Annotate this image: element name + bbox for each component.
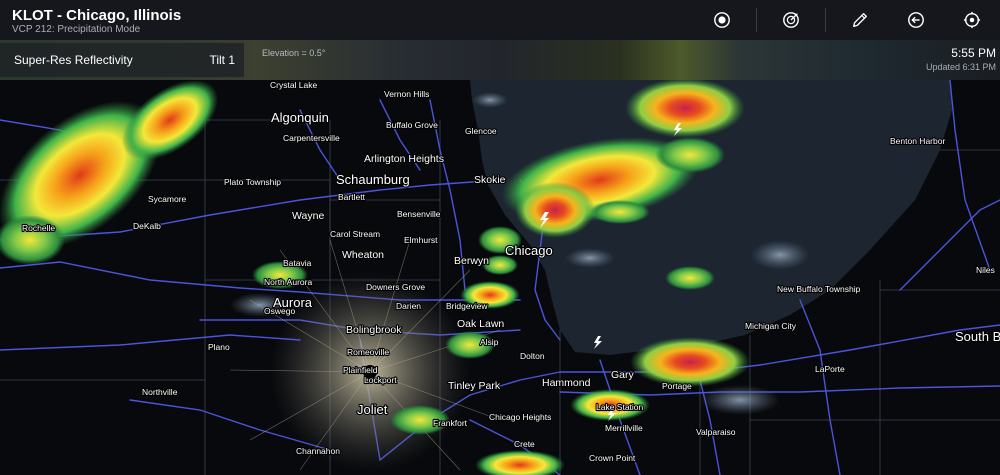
city-label: Sycamore	[148, 194, 187, 204]
city-label: LaPorte	[815, 364, 845, 374]
city-label: South Be	[955, 329, 1000, 344]
city-label: Bridgeview	[446, 301, 488, 311]
locate-button[interactable]	[944, 0, 1000, 40]
city-label: Valparaiso	[696, 427, 736, 437]
city-label: Northville	[142, 387, 178, 397]
toolbar-divider	[756, 8, 757, 32]
city-label: Plato Township	[224, 177, 281, 187]
city-label: Wayne	[292, 210, 324, 222]
city-label: Tinley Park	[448, 380, 501, 392]
city-label: Plainfield	[343, 365, 378, 375]
station-title: KLOT - Chicago, Illinois	[12, 7, 182, 24]
updated-time: Updated 6:31 PM	[925, 62, 996, 72]
city-label: Carol Stream	[330, 229, 380, 239]
city-label: Chicago	[505, 243, 553, 258]
radar-map-canvas[interactable]: Crystal Lake Vernon Hills Algonquin Buff…	[0, 80, 1000, 475]
city-label: Rochelle	[22, 223, 55, 233]
product-selector[interactable]: Super-Res Reflectivity Tilt 1	[0, 43, 244, 77]
pencil-icon	[853, 13, 867, 27]
city-label: Lake Station	[596, 402, 644, 412]
city-label: Frankfort	[433, 418, 468, 428]
city-label: Batavia	[283, 258, 312, 268]
product-name: Super-Res Reflectivity	[14, 53, 133, 67]
city-label: Plano	[208, 342, 230, 352]
city-label: Romeoville	[347, 347, 389, 357]
city-label: Buffalo Grove	[386, 120, 438, 130]
record-button[interactable]	[694, 0, 750, 40]
city-label: Crystal Lake	[270, 80, 318, 90]
city-label: Vernon Hills	[384, 89, 429, 99]
tilt-selector[interactable]: Tilt 1	[209, 53, 235, 67]
city-label: Channahon	[296, 446, 340, 456]
city-label: Bolingbrook	[346, 324, 402, 336]
city-label: Alsip	[480, 337, 499, 347]
city-label: Michigan City	[745, 321, 797, 331]
toolbar	[694, 0, 1000, 40]
city-label: Skokie	[474, 174, 506, 186]
city-label: Berwyn	[454, 255, 489, 267]
city-label: Bartlett	[338, 192, 366, 202]
city-label: Oak Lawn	[457, 318, 504, 330]
city-label: Benton Harbor	[890, 136, 945, 146]
city-label: Arlington Heights	[364, 153, 444, 165]
elevation-label: Elevation = 0.5°	[262, 48, 326, 58]
city-label: Lockport	[364, 375, 397, 385]
scan-time: 5:55 PM	[951, 46, 996, 60]
city-label: Niles	[976, 265, 995, 275]
city-label: Oswego	[264, 306, 295, 316]
toolbar-divider	[825, 8, 826, 32]
arrow-circle-icon	[908, 12, 924, 28]
city-label: Schaumburg	[336, 172, 410, 187]
draw-button[interactable]	[832, 0, 888, 40]
city-label: Dolton	[520, 351, 545, 361]
city-label: Chicago Heights	[489, 412, 551, 422]
radar-button[interactable]	[763, 0, 819, 40]
locate-icon	[963, 11, 981, 29]
city-label: Glencoe	[465, 126, 497, 136]
city-label: Portage	[662, 381, 692, 391]
radar-map[interactable]: Crystal Lake Vernon Hills Algonquin Buff…	[0, 80, 1000, 475]
city-label: Crete	[514, 439, 535, 449]
city-label: Crown Point	[589, 453, 636, 463]
record-icon	[714, 12, 730, 28]
city-label: Wheaton	[342, 249, 384, 261]
city-label: DeKalb	[133, 221, 161, 231]
city-label: Elmhurst	[404, 235, 438, 245]
city-label: Merrillville	[605, 423, 643, 433]
navigate-button[interactable]	[888, 0, 944, 40]
city-label: Darien	[396, 301, 421, 311]
city-label: Gary	[611, 369, 635, 381]
title-bar: KLOT - Chicago, Illinois VCP 212: Precip…	[0, 0, 1000, 40]
city-label: Algonquin	[271, 110, 329, 125]
city-label: New Buffalo Township	[777, 284, 861, 294]
city-label: Hammond	[542, 377, 591, 389]
city-label: Joliet	[357, 402, 388, 417]
city-label: Bensenville	[397, 209, 441, 219]
city-label: Downers Grove	[366, 282, 425, 292]
vcp-mode-subtitle: VCP 212: Precipitation Mode	[12, 24, 141, 35]
city-label: North Aurora	[264, 277, 312, 287]
city-label: Carpentersville	[283, 133, 340, 143]
radar-sweep-icon	[783, 12, 799, 28]
